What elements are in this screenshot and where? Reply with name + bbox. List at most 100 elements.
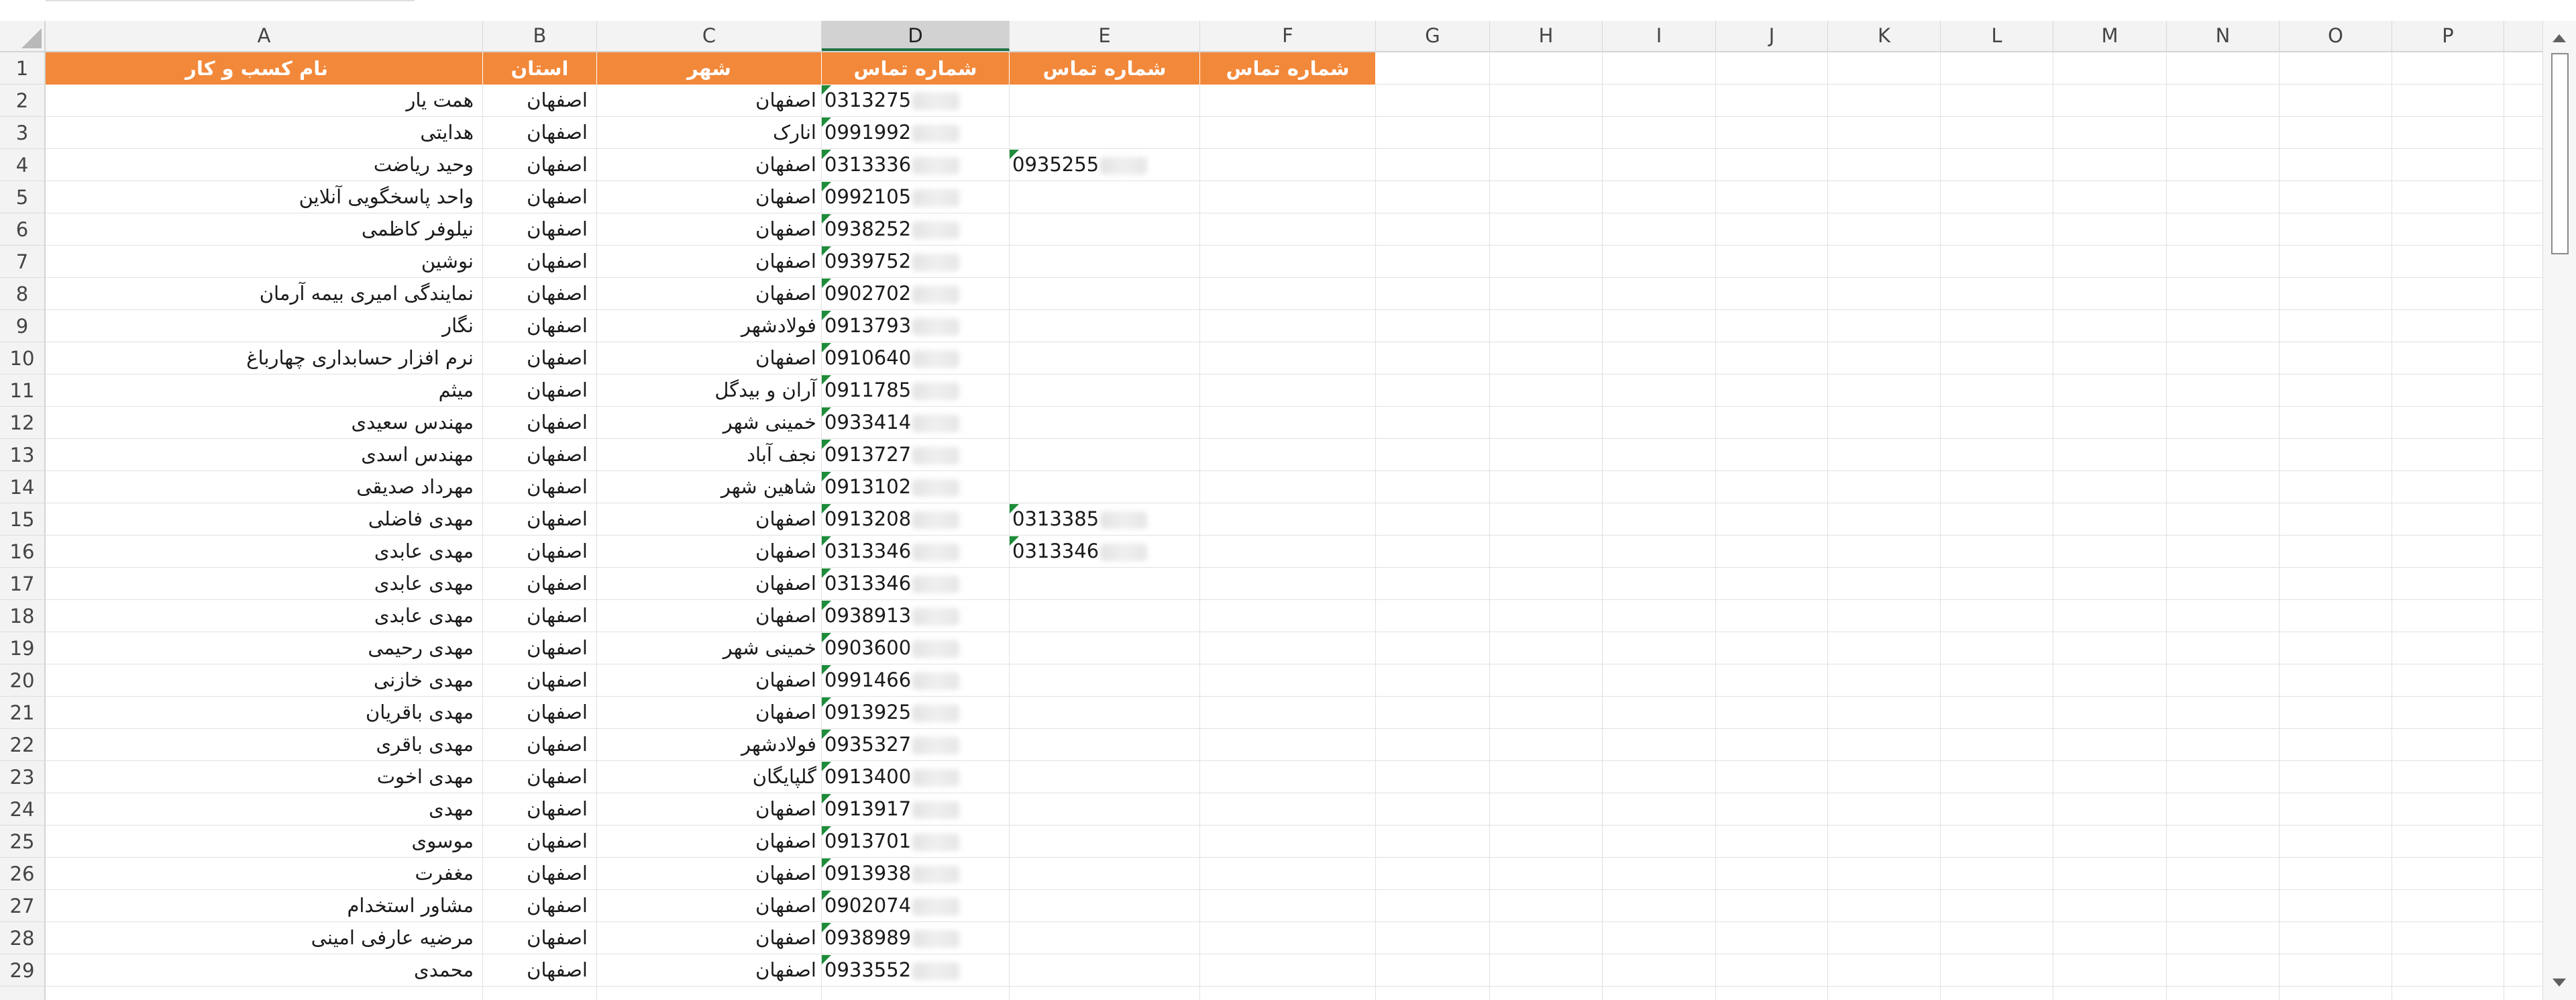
cell-province[interactable]: اصفهان: [483, 85, 597, 116]
row-header[interactable]: 16: [0, 536, 46, 568]
cell-city[interactable]: اصفهان: [597, 85, 822, 116]
cell-phone-2[interactable]: [1010, 213, 1200, 245]
cell-business-name[interactable]: موسوی: [46, 826, 483, 857]
row-header[interactable]: 19: [0, 632, 46, 664]
cell-phone-2[interactable]: 0935255: [1010, 149, 1200, 181]
cell-city[interactable]: اصفهان: [597, 890, 822, 921]
cell-province[interactable]: اصفهان: [483, 310, 597, 342]
row-header[interactable]: 5: [0, 181, 46, 213]
cell-phone-2[interactable]: [1010, 729, 1200, 760]
column-header-e[interactable]: E: [1010, 21, 1200, 51]
row-header[interactable]: 3: [0, 117, 46, 149]
cell-phone[interactable]: 0313346: [822, 536, 1010, 567]
cell-city[interactable]: اصفهان: [597, 213, 822, 245]
cell-province[interactable]: اصفهان: [483, 117, 597, 148]
cell-city[interactable]: اصفهان: [597, 600, 822, 632]
cell-city[interactable]: اصفهان: [597, 278, 822, 309]
cell-province[interactable]: اصفهان: [483, 439, 597, 470]
cell-city[interactable]: اصفهان: [597, 503, 822, 535]
cell-phone-2[interactable]: [1010, 632, 1200, 664]
cell-phone[interactable]: 0913925: [822, 697, 1010, 728]
cell-phone-2[interactable]: [1010, 922, 1200, 954]
cell-phone[interactable]: 0313346: [822, 568, 1010, 599]
column-header-o[interactable]: O: [2279, 21, 2392, 51]
cell-phone-2[interactable]: 0313346: [1010, 536, 1200, 567]
cell-business-name[interactable]: مرضیه عارفی امینی: [46, 922, 483, 954]
cell-business-name[interactable]: نوشین: [46, 246, 483, 277]
cell-city[interactable]: اصفهان: [597, 793, 822, 825]
cell-phone[interactable]: 0913701: [822, 826, 1010, 857]
cell-business-name[interactable]: مهدی رحیمی: [46, 632, 483, 664]
cell-business-name[interactable]: هدایتی: [46, 117, 483, 148]
cell-phone[interactable]: 0939752: [822, 246, 1010, 277]
row-header[interactable]: 20: [0, 664, 46, 697]
cell-phone-2[interactable]: [1010, 826, 1200, 857]
cell-province[interactable]: اصفهان: [483, 246, 597, 277]
column-header-f[interactable]: F: [1200, 21, 1376, 51]
cell-business-name[interactable]: نمایندگی امیری بیمه آرمان: [46, 278, 483, 309]
cell-phone[interactable]: 0913400: [822, 761, 1010, 793]
cell-phone-2[interactable]: [1010, 954, 1200, 986]
row-header[interactable]: 21: [0, 697, 46, 729]
column-header-m[interactable]: M: [2053, 21, 2167, 51]
cell-business-name[interactable]: مهدی: [46, 793, 483, 825]
cell-province[interactable]: اصفهان: [483, 729, 597, 760]
cell-province[interactable]: اصفهان: [483, 342, 597, 374]
cell-province[interactable]: اصفهان: [483, 536, 597, 567]
row-header[interactable]: 4: [0, 149, 46, 181]
cell-phone[interactable]: 0913102: [822, 471, 1010, 503]
cell-business-name[interactable]: مهدی عابدی: [46, 600, 483, 632]
cell-province[interactable]: اصفهان: [483, 793, 597, 825]
cell-city[interactable]: فولادشهر: [597, 310, 822, 342]
cell-city[interactable]: فولادشهر: [597, 729, 822, 760]
cell-province[interactable]: اصفهان: [483, 278, 597, 309]
cell-phone-2[interactable]: [1010, 761, 1200, 793]
header-phone-2[interactable]: شماره تماس: [1010, 52, 1200, 85]
column-header-n[interactable]: N: [2167, 21, 2279, 51]
cell-city[interactable]: اصفهان: [597, 536, 822, 567]
cell-phone[interactable]: 0935327: [822, 729, 1010, 760]
cell-business-name[interactable]: مهدی باقریان: [46, 697, 483, 728]
cell-phone-2[interactable]: [1010, 664, 1200, 696]
vertical-scrollbar[interactable]: [2542, 21, 2576, 1000]
row-header[interactable]: 29: [0, 954, 46, 987]
cell-province[interactable]: اصفهان: [483, 632, 597, 664]
scroll-down-arrow-icon[interactable]: [2553, 979, 2566, 987]
header-province[interactable]: استان: [483, 52, 597, 85]
row-header-partial[interactable]: [0, 987, 46, 1000]
header-phone-1[interactable]: شماره تماس: [822, 52, 1010, 85]
cell-phone[interactable]: 0991992: [822, 117, 1010, 148]
cell-city[interactable]: اصفهان: [597, 697, 822, 728]
cell-city[interactable]: گلپایگان: [597, 761, 822, 793]
cell-phone[interactable]: 0913727: [822, 439, 1010, 470]
cell-province[interactable]: اصفهان: [483, 826, 597, 857]
cell-phone[interactable]: 0913938: [822, 858, 1010, 889]
cell-city[interactable]: اصفهان: [597, 664, 822, 696]
cell-phone[interactable]: 0313336: [822, 149, 1010, 181]
cell-city[interactable]: خمینی شهر: [597, 407, 822, 438]
cell-business-name[interactable]: مهندس سعیدی: [46, 407, 483, 438]
cell-phone[interactable]: 0902702: [822, 278, 1010, 309]
cell-city[interactable]: اصفهان: [597, 149, 822, 181]
row-header[interactable]: 28: [0, 922, 46, 954]
cell-business-name[interactable]: مهدی فاضلی: [46, 503, 483, 535]
cell-phone[interactable]: 0938989: [822, 922, 1010, 954]
cell-phone-2[interactable]: [1010, 407, 1200, 438]
cell-province[interactable]: اصفهان: [483, 697, 597, 728]
cell-phone-2[interactable]: [1010, 858, 1200, 889]
cell-city[interactable]: اصفهان: [597, 826, 822, 857]
row-header[interactable]: 8: [0, 278, 46, 310]
cell-province[interactable]: اصفهان: [483, 503, 597, 535]
cell-province[interactable]: اصفهان: [483, 213, 597, 245]
row-header[interactable]: 26: [0, 858, 46, 890]
cell-phone-2[interactable]: [1010, 471, 1200, 503]
cell-phone[interactable]: 0992105: [822, 181, 1010, 213]
row-header[interactable]: 10: [0, 342, 46, 374]
column-header-h[interactable]: H: [1490, 21, 1603, 51]
cell-business-name[interactable]: محمدی: [46, 954, 483, 986]
cell-province[interactable]: اصفهان: [483, 600, 597, 632]
cell-phone[interactable]: 0910640: [822, 342, 1010, 374]
cell-phone[interactable]: 0933552: [822, 954, 1010, 986]
cell-province[interactable]: اصفهان: [483, 890, 597, 921]
row-header[interactable]: 15: [0, 503, 46, 536]
